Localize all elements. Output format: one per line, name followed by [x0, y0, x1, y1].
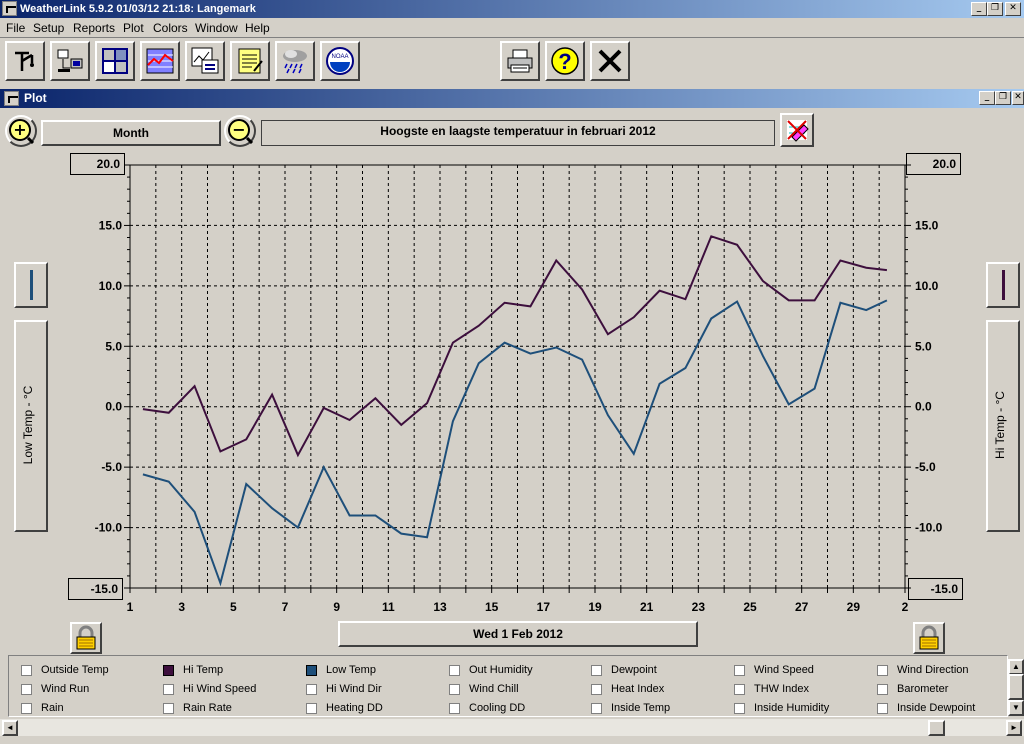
horizontal-scroll-thumb[interactable] — [928, 720, 945, 736]
legend-label: Heating DD — [326, 702, 383, 714]
legend-label: Inside Humidity — [754, 702, 830, 714]
legend-label: Out Humidity — [469, 664, 533, 676]
x-tick-label: 3 — [178, 600, 185, 614]
legend-label: Cooling DD — [469, 702, 526, 714]
legend-label: Hi Wind Dir — [326, 683, 382, 695]
left-y-tick-label: -10.0 — [95, 521, 123, 535]
legend-label: Barometer — [897, 683, 949, 695]
left-y-tick-label: 5.0 — [105, 339, 122, 353]
legend-checkbox[interactable] — [21, 684, 32, 695]
legend-checkbox[interactable] — [163, 684, 174, 695]
lock-icon — [76, 625, 96, 650]
legend-label: THW Index — [754, 683, 810, 695]
legend-checkbox[interactable] — [21, 703, 32, 714]
legend-scroll-thumb[interactable] — [1008, 674, 1024, 700]
scroll-left-button[interactable]: ◄ — [2, 720, 18, 736]
x-tick-label: 19 — [588, 600, 602, 614]
right-y-tick-label: -10.0 — [915, 521, 943, 535]
x-tick-label: 1 — [127, 600, 134, 614]
horizontal-scrollbar[interactable]: ◄ ► — [0, 719, 1024, 736]
legend-checkbox[interactable] — [591, 665, 602, 676]
legend-label: Heat Index — [611, 683, 665, 695]
series-line-low-temp — [142, 299, 888, 587]
x-tick-label: 7 — [282, 600, 289, 614]
legend-checkbox[interactable] — [591, 684, 602, 695]
legend-checkbox[interactable] — [306, 684, 317, 695]
legend-checkbox[interactable] — [877, 684, 888, 695]
series-legend: Outside Temp Hi Temp Low Temp Out Humidity D… — [8, 655, 1008, 717]
legend-label: Inside Temp — [611, 702, 671, 714]
legend-label: Wind Chill — [469, 683, 519, 695]
legend-label: Rain — [41, 702, 64, 714]
x-tick-label: 29 — [847, 600, 861, 614]
x-tick-label: 9 — [333, 600, 340, 614]
chart-series — [142, 235, 888, 587]
x-tick-label: 21 — [640, 600, 654, 614]
legend-color-swatch[interactable] — [163, 665, 174, 676]
series-line-hi-temp — [142, 235, 888, 458]
chart-tick-labels: 15.0 15.0 10.0 10.0 5.0 5.0 0.0 0.0 -5.0 -5.0 -10.… — [95, 218, 943, 614]
legend-label: Rain Rate — [183, 702, 232, 714]
right-y-tick-label: 0.0 — [915, 400, 932, 414]
legend-label: Low Temp — [326, 664, 376, 676]
legend-checkbox[interactable] — [306, 703, 317, 714]
legend-label: Outside Temp — [41, 664, 109, 676]
legend-label: Inside Dewpoint — [897, 702, 976, 714]
lock-icon — [919, 625, 939, 650]
date-button[interactable]: Wed 1 Feb 2012 — [338, 621, 698, 647]
legend-checkbox[interactable] — [734, 684, 745, 695]
legend-checkbox[interactable] — [449, 684, 460, 695]
legend-checkbox[interactable] — [449, 703, 460, 714]
legend-label: Wind Direction — [897, 664, 969, 676]
x-tick-label: 11 — [382, 600, 395, 614]
legend-scroll-down-button[interactable]: ▼ — [1008, 700, 1024, 716]
x-tick-label: 23 — [692, 600, 706, 614]
left-lock-button[interactable] — [70, 622, 102, 654]
legend-label: Wind Run — [41, 683, 90, 695]
right-y-tick-label: 10.0 — [915, 279, 939, 293]
left-y-tick-label: 0.0 — [105, 400, 122, 414]
legend-checkbox[interactable] — [591, 703, 602, 714]
chart-grid — [124, 164, 911, 593]
legend-checkbox[interactable] — [163, 703, 174, 714]
left-y-tick-label: 10.0 — [99, 279, 123, 293]
x-tick-label: 27 — [795, 600, 809, 614]
right-y-tick-label: 5.0 — [915, 339, 932, 353]
scroll-right-button[interactable]: ► — [1006, 720, 1022, 736]
legend-checkbox[interactable] — [877, 703, 888, 714]
x-tick-label: 13 — [433, 600, 447, 614]
legend-scroll-up-button[interactable]: ▲ — [1008, 659, 1024, 675]
left-y-tick-label: 15.0 — [99, 218, 123, 232]
right-lock-button[interactable] — [913, 622, 945, 654]
legend-checkbox[interactable] — [734, 703, 745, 714]
left-y-tick-label: -5.0 — [101, 460, 122, 474]
right-y-tick-label: 15.0 — [915, 218, 939, 232]
legend-checkbox[interactable] — [734, 665, 745, 676]
legend-checkbox[interactable] — [21, 665, 32, 676]
x-tick-label: 25 — [743, 600, 757, 614]
right-y-tick-label: -5.0 — [915, 460, 936, 474]
legend-checkbox[interactable] — [877, 665, 888, 676]
x-tick-label: 15 — [485, 600, 499, 614]
legend-label: Hi Temp — [183, 664, 224, 676]
legend-color-swatch[interactable] — [306, 665, 317, 676]
legend-checkbox[interactable] — [449, 665, 460, 676]
x-tick-label: 17 — [537, 600, 551, 614]
legend-label: Dewpoint — [611, 664, 657, 676]
legend-label: Hi Wind Speed — [183, 683, 257, 695]
x-tick-label: 5 — [230, 600, 237, 614]
legend-label: Wind Speed — [754, 664, 814, 676]
x-tick-label: 2 — [902, 600, 909, 614]
